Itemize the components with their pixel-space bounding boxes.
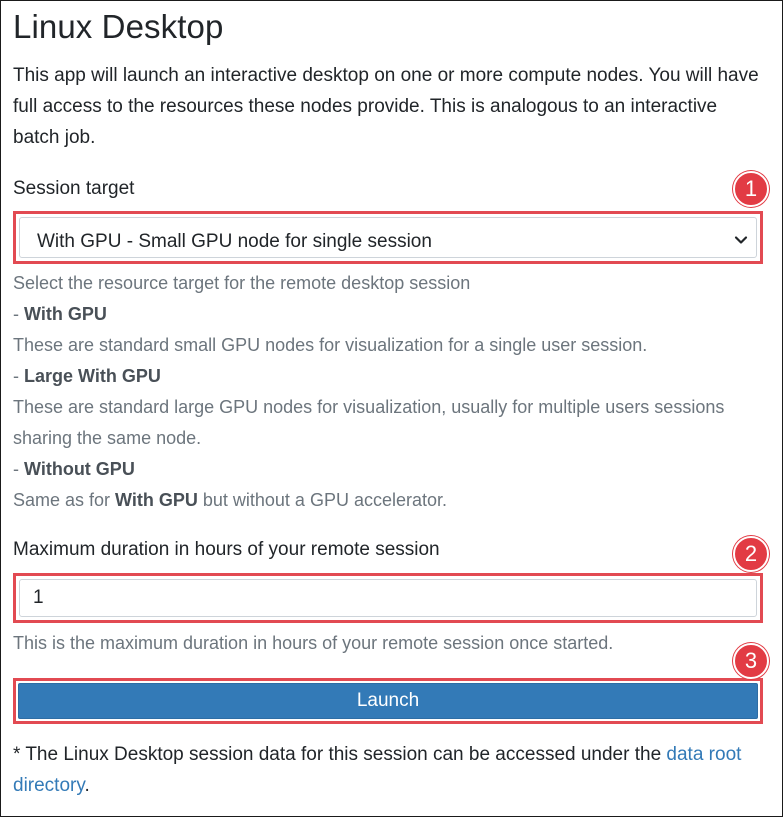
launch-button[interactable]: Launch bbox=[18, 683, 758, 719]
session-target-highlight: With GPU - Small GPU node for single ses… bbox=[13, 211, 763, 264]
intro-text: This app will launch an interactive desk… bbox=[13, 65, 759, 148]
annotation-badge-1: 1 bbox=[733, 171, 769, 207]
desc-post: but without a GPU accelerator. bbox=[197, 490, 448, 510]
option-help-large-with-gpu-heading: - Large With GPU bbox=[13, 361, 773, 392]
duration-field bbox=[19, 579, 757, 617]
option-name-with-gpu: With GPU bbox=[24, 304, 107, 324]
footnote-text: * The Linux Desktop session data for thi… bbox=[13, 744, 667, 765]
launch-highlight: Launch bbox=[13, 678, 763, 724]
option-name-large-with-gpu: Large With GPU bbox=[24, 366, 161, 386]
dash: - bbox=[13, 304, 24, 324]
session-target-selected-value: With GPU - Small GPU node for single ses… bbox=[37, 231, 432, 252]
option-help-with-gpu-heading: - With GPU bbox=[13, 299, 773, 330]
option-help-large-with-gpu-desc: These are standard large GPU nodes for v… bbox=[13, 397, 725, 448]
duration-help: This is the maximum duration in hours of… bbox=[13, 633, 614, 653]
duration-label: Maximum duration in hours of your remote… bbox=[13, 539, 440, 560]
option-name-without-gpu: Without GPU bbox=[24, 459, 135, 479]
session-target-select[interactable]: With GPU - Small GPU node for single ses… bbox=[19, 217, 757, 258]
annotation-badge-3: 3 bbox=[733, 643, 769, 679]
duration-input[interactable] bbox=[20, 580, 756, 616]
session-target-label: Session target bbox=[13, 178, 135, 199]
option-help-without-gpu-heading: - Without GPU bbox=[13, 454, 773, 485]
chevron-down-icon bbox=[734, 236, 748, 244]
option-help-without-gpu-desc: Same as for With GPU but without a GPU a… bbox=[13, 485, 773, 516]
dash: - bbox=[13, 366, 24, 386]
footnote-end: . bbox=[84, 775, 90, 796]
desc-pre: Same as for bbox=[13, 490, 116, 510]
footnote: * The Linux Desktop session data for thi… bbox=[13, 739, 753, 801]
duration-highlight bbox=[13, 573, 763, 623]
annotation-badge-2: 2 bbox=[733, 536, 769, 572]
page-title: Linux Desktop bbox=[13, 8, 224, 45]
desc-bold: With GPU bbox=[115, 490, 198, 510]
session-target-help: Select the resource target for the remot… bbox=[13, 268, 773, 516]
dash: - bbox=[13, 459, 24, 479]
session-target-help-intro: Select the resource target for the remot… bbox=[13, 273, 471, 293]
option-help-with-gpu-desc: These are standard small GPU nodes for v… bbox=[13, 335, 648, 355]
